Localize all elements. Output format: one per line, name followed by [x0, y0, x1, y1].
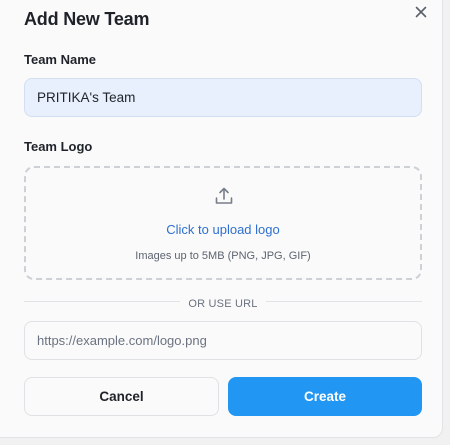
upload-hint: Images up to 5MB (PNG, JPG, GIF)	[135, 250, 311, 262]
upload-link[interactable]: Click to upload logo	[26, 222, 420, 237]
team-name-input[interactable]	[24, 78, 422, 117]
upload-icon	[215, 187, 233, 204]
team-name-label: Team Name	[24, 52, 97, 67]
cancel-button[interactable]: Cancel	[24, 377, 219, 416]
add-team-dialog: Add New Team Team Name Team Logo Click t…	[0, 0, 443, 438]
divider: OR USE URL	[0, 294, 446, 312]
logo-upload-dropzone[interactable]: Click to upload logo Images up to 5MB (P…	[24, 166, 422, 280]
dialog-title: Add New Team	[24, 9, 150, 29]
team-logo-label: Team Logo	[24, 139, 93, 154]
create-button[interactable]: Create	[228, 377, 422, 416]
logo-url-input[interactable]	[24, 321, 422, 360]
divider-label: OR USE URL	[180, 298, 266, 310]
close-icon[interactable]	[413, 4, 429, 20]
